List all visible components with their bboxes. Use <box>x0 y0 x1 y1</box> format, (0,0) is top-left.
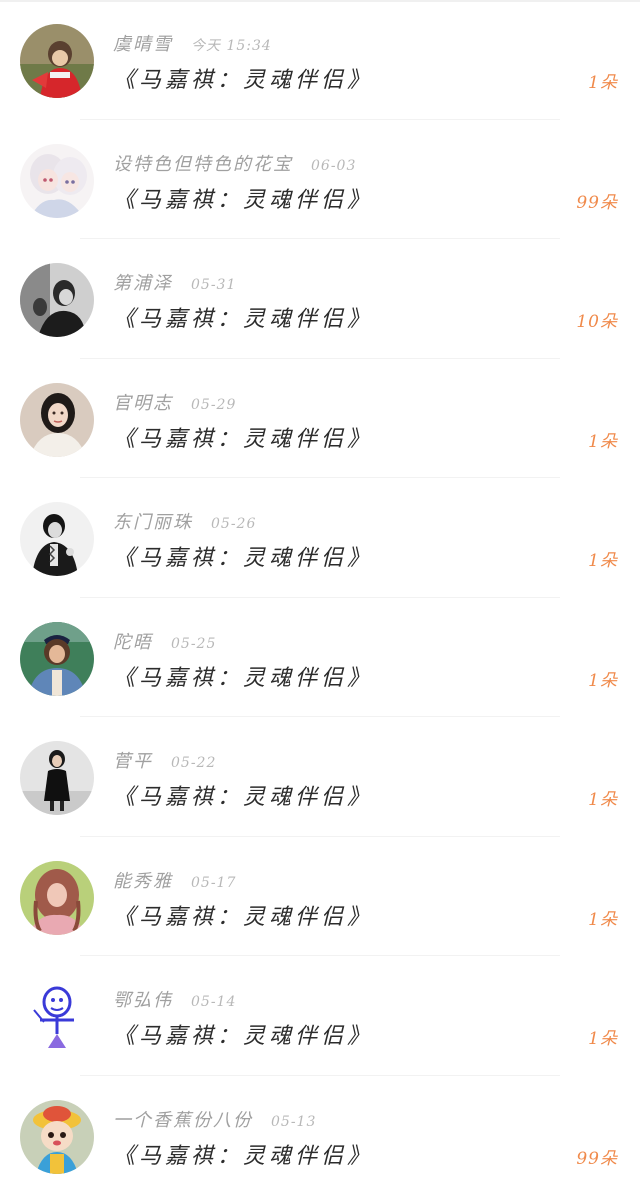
gift-count: 1朵 <box>588 790 618 810</box>
avatar[interactable] <box>20 143 94 218</box>
avatar-bw-portrait-icon <box>20 263 94 337</box>
work-title[interactable]: 《马嘉祺：灵魂伴侣》 <box>113 899 373 931</box>
timestamp: 05-14 <box>191 994 237 1010</box>
work-title[interactable]: 《马嘉祺：灵魂伴侣》 <box>113 779 373 811</box>
item-meta: 设特色但特色的花宝 06-03 <box>113 150 356 178</box>
item-meta: 能秀雅 05-17 <box>113 867 236 895</box>
timestamp: 05-17 <box>191 874 237 891</box>
avatar-bw-man-icon <box>20 502 94 576</box>
list-item[interactable]: 虞晴雪 今天 15:34 《马嘉祺：灵魂伴侣》 1朵 <box>0 0 640 120</box>
timestamp: 05-22 <box>171 755 217 771</box>
item-meta: 第浦泽 05-31 <box>113 269 236 297</box>
work-title[interactable]: 《马嘉祺：灵魂伴侣》 <box>113 301 373 333</box>
timestamp: 05-13 <box>271 1113 317 1130</box>
user-name[interactable]: 官明志 <box>113 389 173 415</box>
item-meta: 陀晤 05-25 <box>113 628 216 656</box>
timestamp: 05-31 <box>191 277 237 293</box>
gift-count: 99朵 <box>576 192 618 213</box>
gift-count: 99朵 <box>576 1148 618 1169</box>
gift-count: 1朵 <box>588 73 618 93</box>
gift-count: 1朵 <box>588 431 618 452</box>
avatar-woman-portrait-icon <box>20 382 94 457</box>
avatar-anime-girls-icon <box>20 143 94 218</box>
work-title[interactable]: 《马嘉祺：灵魂伴侣》 <box>113 1138 373 1170</box>
list-item[interactable]: 东门丽珠 05-26 《马嘉祺：灵魂伴侣》 1朵 <box>0 478 640 598</box>
gift-count: 1朵 <box>588 909 618 930</box>
work-title[interactable]: 《马嘉祺：灵魂伴侣》 <box>113 540 373 572</box>
list-item[interactable]: 鄂弘伟 05-14 《马嘉祺：灵魂伴侣》 1朵 <box>0 956 640 1076</box>
timestamp: 06-03 <box>311 157 357 174</box>
user-name[interactable]: 第浦泽 <box>113 269 173 295</box>
user-name[interactable]: 菅平 <box>113 747 153 773</box>
avatar[interactable] <box>20 621 94 696</box>
user-name[interactable]: 虞晴雪 <box>113 30 173 56</box>
avatar[interactable] <box>20 741 94 815</box>
list-item[interactable]: 第浦泽 05-31 《马嘉祺：灵魂伴侣》 10朵 <box>0 239 640 359</box>
list-item[interactable]: 陀晤 05-25 《马嘉祺：灵魂伴侣》 1朵 <box>0 598 640 717</box>
avatar[interactable] <box>20 263 94 337</box>
list-item[interactable]: 一个香蕉份八份 05-13 《马嘉祺：灵魂伴侣》 99朵 <box>0 1076 640 1196</box>
user-name[interactable]: 能秀雅 <box>113 867 173 893</box>
user-name[interactable]: 设特色但特色的花宝 <box>113 150 293 176</box>
gift-count: 1朵 <box>588 670 618 691</box>
work-title[interactable]: 《马嘉祺：灵魂伴侣》 <box>113 182 373 214</box>
item-meta: 菅平 05-22 <box>113 747 216 775</box>
user-name[interactable]: 东门丽珠 <box>113 508 193 534</box>
avatar-girl-pink-icon <box>20 860 94 935</box>
avatar-doodle-icon <box>20 980 94 1054</box>
work-title[interactable]: 《马嘉祺：灵魂伴侣》 <box>113 1018 373 1050</box>
timestamp: 今天 15:34 <box>191 38 272 54</box>
avatar[interactable] <box>20 24 94 98</box>
list-item[interactable]: 菅平 05-22 《马嘉祺：灵魂伴侣》 1朵 <box>0 717 640 837</box>
avatar[interactable] <box>20 1099 94 1174</box>
user-name[interactable]: 陀晤 <box>113 628 153 654</box>
timestamp: 05-26 <box>211 516 257 532</box>
timestamp: 05-29 <box>191 396 237 413</box>
list-item[interactable]: 设特色但特色的花宝 06-03 《马嘉祺：灵魂伴侣》 99朵 <box>0 120 640 239</box>
list-item[interactable]: 官明志 05-29 《马嘉祺：灵魂伴侣》 1朵 <box>0 359 640 478</box>
item-meta: 官明志 05-29 <box>113 389 236 417</box>
gift-count: 1朵 <box>588 1029 618 1049</box>
work-title[interactable]: 《马嘉祺：灵魂伴侣》 <box>113 421 373 453</box>
avatar[interactable] <box>20 860 94 935</box>
gift-count: 1朵 <box>588 551 618 571</box>
avatar[interactable] <box>20 382 94 457</box>
item-meta: 一个香蕉份八份 05-13 <box>113 1106 316 1134</box>
timestamp: 05-25 <box>171 635 217 652</box>
list-item[interactable]: 能秀雅 05-17 《马嘉祺：灵魂伴侣》 1朵 <box>0 837 640 956</box>
avatar-cartoon-doll-icon <box>20 1099 94 1174</box>
avatar-woman-denim-icon <box>20 621 94 696</box>
avatar[interactable] <box>20 980 94 1054</box>
item-meta: 虞晴雪 今天 15:34 <box>113 30 272 58</box>
user-name[interactable]: 一个香蕉份八份 <box>113 1106 253 1132</box>
avatar-red-costume-icon <box>20 24 94 98</box>
item-meta: 东门丽珠 05-26 <box>113 508 256 536</box>
avatar-girl-black-dress-icon <box>20 741 94 815</box>
work-title[interactable]: 《马嘉祺：灵魂伴侣》 <box>113 62 373 94</box>
work-title[interactable]: 《马嘉祺：灵魂伴侣》 <box>113 660 373 692</box>
user-name[interactable]: 鄂弘伟 <box>113 986 173 1012</box>
gift-count: 10朵 <box>576 312 618 332</box>
item-meta: 鄂弘伟 05-14 <box>113 986 236 1014</box>
avatar[interactable] <box>20 502 94 576</box>
